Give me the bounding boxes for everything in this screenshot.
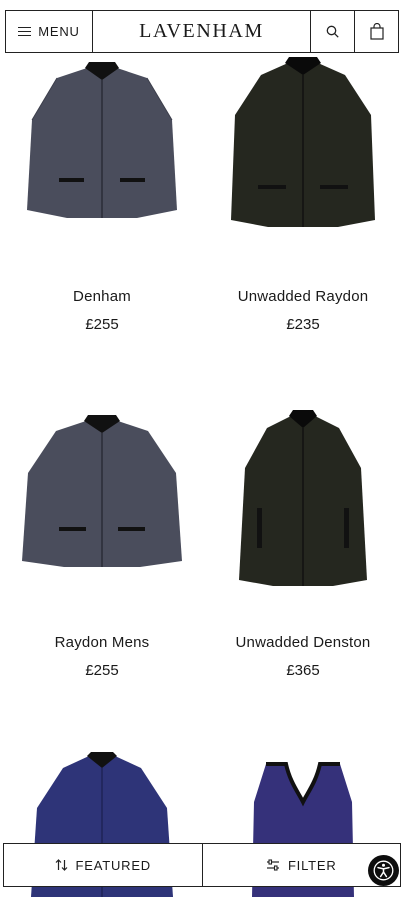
filter-icon <box>266 859 279 871</box>
menu-button[interactable]: MENU <box>6 11 93 52</box>
search-icon <box>326 25 339 38</box>
product-price: £255 <box>85 316 119 333</box>
product-name[interactable]: Unwadded Denston <box>203 634 403 651</box>
filter-label: FILTER <box>287 857 337 873</box>
product-name[interactable]: Unwadded Raydon <box>203 288 403 305</box>
logo-link[interactable]: LAVENHAM <box>93 11 310 52</box>
site-header: MENU LAVENHAM <box>5 10 399 53</box>
product-image[interactable] <box>2 50 202 250</box>
product-image[interactable] <box>203 50 403 250</box>
accessibility-button[interactable] <box>368 855 399 886</box>
menu-label: MENU <box>38 24 80 39</box>
product-name[interactable]: Denham <box>2 288 202 305</box>
sort-icon <box>55 859 67 871</box>
logo: LAVENHAM <box>139 20 264 42</box>
product-name[interactable]: Raydon Mens <box>2 634 202 651</box>
sort-label: FEATURED <box>75 857 151 873</box>
menu-icon <box>18 27 32 36</box>
sort-filter-bar: FEATURED FILTER <box>3 843 401 887</box>
product-price: £255 <box>85 662 119 679</box>
bag-icon <box>369 23 384 40</box>
product-image[interactable] <box>2 400 202 600</box>
sort-button[interactable]: FEATURED <box>4 844 202 886</box>
accessibility-icon <box>373 860 394 881</box>
product-price: £235 <box>286 316 320 333</box>
cart-button[interactable] <box>354 11 398 52</box>
product-image[interactable] <box>203 400 403 600</box>
search-button[interactable] <box>310 11 354 52</box>
product-price: £365 <box>286 662 320 679</box>
